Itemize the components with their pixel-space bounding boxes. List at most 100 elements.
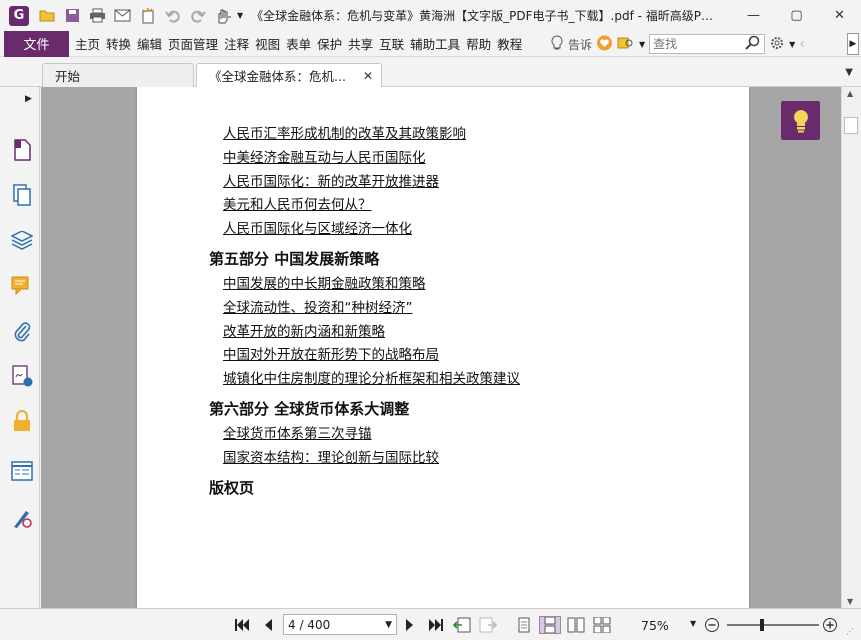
toc-link[interactable]: 美元和人民币何去何从？ <box>209 194 729 218</box>
redo-icon[interactable] <box>187 5 208 26</box>
toc-link[interactable]: 全球货币体系第三次寻锚 <box>209 423 729 447</box>
toc-link[interactable]: 改革开放的新内涵和新策略 <box>209 321 729 345</box>
lightbulb-icon <box>793 109 808 132</box>
menu-item[interactable]: 共享 <box>345 31 376 57</box>
toc-link[interactable]: 中国对外开放在新形势下的战略布局 <box>209 344 729 368</box>
facing-view-icon[interactable] <box>567 616 585 634</box>
document-viewport[interactable]: 人民币汇率形成机制的改革及其政策影响 中美经济金融互动与人民币国际化 人民币国际化：… <box>41 87 841 608</box>
continuous-view-icon[interactable] <box>539 616 561 634</box>
page-dropdown-icon[interactable]: ▼ <box>385 620 392 630</box>
zoom-in-button[interactable] <box>821 616 839 634</box>
close-button[interactable]: ✕ <box>818 0 861 30</box>
previous-view-icon[interactable] <box>453 616 471 634</box>
menu-items: 主页 转换 编辑 页面管理 注释 视图 表单 保护 共享 互联 辅助工具 帮助 教程 <box>72 31 525 57</box>
search-icon[interactable] <box>745 35 760 53</box>
open-folder-icon[interactable] <box>37 5 58 26</box>
menu-item[interactable]: 编辑 <box>134 31 165 57</box>
layers-icon[interactable] <box>10 229 34 253</box>
search-input[interactable] <box>653 37 746 51</box>
menu-scroll-next-button[interactable]: ▶ <box>847 33 859 55</box>
page-number-value: 4 / 400 <box>288 617 331 632</box>
zoom-dropdown-icon[interactable]: ▼ <box>690 619 696 628</box>
zoom-level-text[interactable]: 75% <box>641 618 669 633</box>
navigation-sidebar: ▶ <box>0 87 40 608</box>
menu-item[interactable]: 互联 <box>376 31 407 57</box>
toc-link[interactable]: 国家资本结构：理论创新与国际比较 <box>209 447 729 471</box>
tab-start[interactable]: 开始 <box>42 63 194 87</box>
file-menu-button[interactable]: 文件 <box>4 30 69 57</box>
next-page-button[interactable] <box>401 616 419 634</box>
toc-link[interactable]: 人民币国际化：新的改革开放推进器 <box>209 171 729 195</box>
toc-link[interactable]: 人民币国际化与区域经济一体化 <box>209 218 729 242</box>
ribbon-back-icon[interactable]: ‹ <box>799 36 805 52</box>
next-view-icon[interactable] <box>479 616 497 634</box>
gear-icon[interactable] <box>769 35 785 54</box>
attachments-icon[interactable] <box>10 319 34 343</box>
continuous-facing-view-icon[interactable] <box>593 616 611 634</box>
expand-panel-icon[interactable]: ▶ <box>25 94 32 104</box>
menu-item[interactable]: 主页 <box>72 31 103 57</box>
menu-item[interactable]: 表单 <box>283 31 314 57</box>
find-dropdown-icon[interactable]: ▼ <box>639 40 645 49</box>
tab-list-dropdown-icon[interactable]: ▼ <box>845 67 853 78</box>
zoom-slider-track[interactable] <box>727 624 819 626</box>
window-controls: — ▢ ✕ <box>732 0 861 30</box>
first-page-button[interactable] <box>233 616 251 634</box>
toc-link[interactable]: 人民币汇率形成机制的改革及其政策影响 <box>209 123 729 147</box>
menubar-right: 告诉 ▼ ▼ ‹ <box>550 31 805 57</box>
find-tool-icon[interactable] <box>617 36 635 53</box>
hand-tool-icon[interactable] <box>212 5 233 26</box>
title-bar: G ▼ 《全球金融体系：危机与变革》黄海洲【文字版_PDF电子书_下载】.pdf… <box>0 0 861 31</box>
scroll-thumb[interactable] <box>844 117 858 134</box>
save-icon[interactable] <box>62 5 83 26</box>
menu-item[interactable]: 教程 <box>494 31 525 57</box>
tips-button[interactable] <box>781 101 820 140</box>
print-icon[interactable] <box>87 5 108 26</box>
menu-item[interactable]: 注释 <box>221 31 252 57</box>
toc-link[interactable]: 中美经济金融互动与人民币国际化 <box>209 147 729 171</box>
toc-link[interactable]: 城镇化中住房制度的理论分析框架和相关政策建议 <box>209 368 729 392</box>
tab-label: 《全球金融体系：危机... <box>209 69 346 84</box>
settings-dropdown-icon[interactable]: ▼ <box>789 40 795 49</box>
single-page-view-icon[interactable] <box>515 616 533 634</box>
hand-tool-dropdown-icon[interactable]: ▼ <box>237 11 243 20</box>
page-number-field[interactable]: 4 / 400 ▼ <box>283 614 397 635</box>
certificate-icon[interactable] <box>10 506 34 530</box>
toc-link[interactable]: 全球流动性、投资和“种树经济” <box>209 297 729 321</box>
menu-item[interactable]: 视图 <box>252 31 283 57</box>
heart-icon[interactable] <box>596 35 613 54</box>
menu-item[interactable]: 辅助工具 <box>407 31 463 57</box>
scroll-down-icon[interactable]: ▼ <box>847 597 853 606</box>
lock-icon[interactable] <box>10 409 34 433</box>
zoom-out-button[interactable] <box>703 616 721 634</box>
tab-close-icon[interactable]: ✕ <box>363 69 373 83</box>
tab-document[interactable]: 《全球金融体系：危机... ✕ <box>196 63 382 87</box>
comments-icon[interactable] <box>10 274 34 298</box>
vertical-scrollbar[interactable]: ▲ ▼ <box>841 87 861 608</box>
toc-link[interactable]: 中国发展的中长期金融政策和策略 <box>209 273 729 297</box>
app-logo[interactable]: G <box>9 5 29 26</box>
status-bar: 4 / 400 ▼ 75% ▼ ⋰ <box>0 608 861 640</box>
table-of-contents: 人民币汇率形成机制的改革及其政策影响 中美经济金融互动与人民币国际化 人民币国际化：… <box>209 123 729 502</box>
last-page-button[interactable] <box>427 616 445 634</box>
lightbulb-icon[interactable] <box>550 34 564 54</box>
email-icon[interactable] <box>112 5 133 26</box>
page-thumbnails-icon[interactable] <box>10 138 34 162</box>
tell-me-label[interactable]: 告诉 <box>568 36 592 53</box>
minimize-button[interactable]: — <box>732 0 775 30</box>
menu-item[interactable]: 转换 <box>103 31 134 57</box>
pages-icon[interactable] <box>10 183 34 207</box>
zoom-slider-thumb[interactable] <box>760 619 765 631</box>
undo-icon[interactable] <box>162 5 183 26</box>
signature-icon[interactable] <box>10 364 34 388</box>
menu-bar: 文件 主页转换编辑页面管理注释视图表单保护共享互联辅助工具帮助教程 告诉 ▼ ▼… <box>0 30 861 57</box>
menu-item[interactable]: 帮助 <box>463 31 494 57</box>
toc-part-heading: 第五部分 中国发展新策略 <box>209 249 380 268</box>
restore-button[interactable]: ▢ <box>775 0 818 30</box>
new-icon[interactable] <box>137 5 158 26</box>
scroll-up-icon[interactable]: ▲ <box>847 89 853 98</box>
menu-item[interactable]: 页面管理 <box>165 31 221 57</box>
form-fields-icon[interactable] <box>10 459 34 483</box>
menu-item[interactable]: 保护 <box>314 31 345 57</box>
previous-page-button[interactable] <box>259 616 277 634</box>
